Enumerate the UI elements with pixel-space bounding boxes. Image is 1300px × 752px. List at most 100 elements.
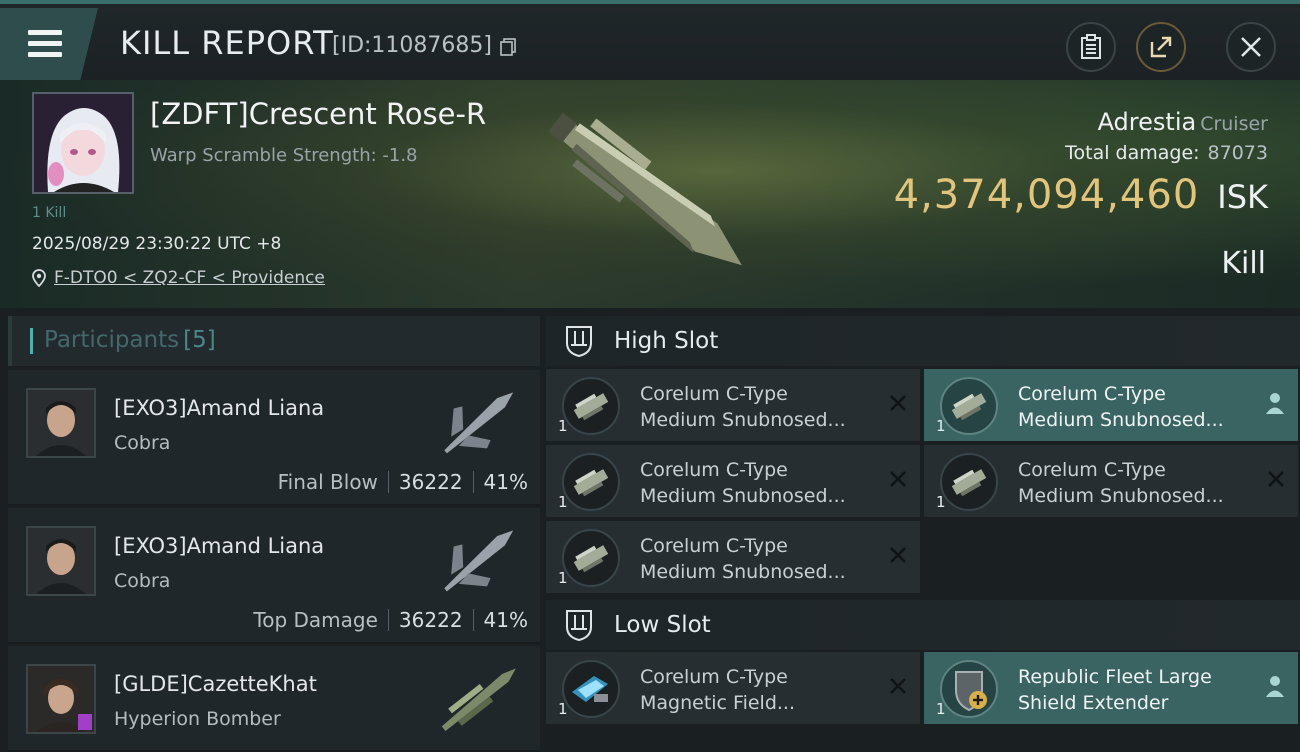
person-icon — [1266, 676, 1284, 697]
participant-role: Top Damage — [253, 608, 378, 632]
top-bar: KILL REPORT [ID:11087685] — [0, 0, 1300, 80]
kills-tag: 1 Kill — [32, 205, 67, 221]
copy-icon[interactable] — [500, 38, 516, 56]
location-link[interactable]: F-DTO0 < ZQ2-CF < Providence — [54, 268, 325, 288]
item-quantity: 1 — [558, 700, 568, 718]
location-pin-icon — [32, 269, 46, 287]
item-quantity: 1 — [558, 569, 568, 587]
divider — [387, 471, 389, 493]
ship-name[interactable]: Adrestia — [1098, 108, 1197, 136]
item-name-line2: Medium Snubnosed... — [640, 409, 846, 431]
person-icon — [1266, 393, 1284, 414]
divider — [387, 609, 389, 631]
participant-ship-image — [444, 392, 514, 454]
weapon-module-icon — [562, 377, 620, 435]
participant-ship: Cobra — [114, 432, 171, 454]
location-row[interactable]: F-DTO0 < ZQ2-CF < Providence — [32, 266, 325, 290]
fitting-item[interactable]: 1 Corelum C-Type Medium Snubnosed... — [546, 521, 920, 593]
item-name-line1: Corelum C-Type — [1018, 383, 1166, 405]
destroyed-icon — [890, 547, 906, 563]
avatar — [26, 664, 96, 734]
close-icon — [1241, 37, 1261, 57]
item-quantity: 1 — [936, 493, 946, 511]
item-name-line2: Medium Snubnosed... — [640, 485, 846, 507]
item-name-line1: Republic Fleet Large — [1018, 666, 1212, 688]
item-name-line2: Magnetic Field... — [640, 692, 796, 714]
item-name: Corelum C-Type Magnetic Field... — [640, 664, 870, 716]
pilot-portrait-icon — [28, 390, 94, 456]
victim-ship-image[interactable] — [520, 96, 780, 296]
item-quantity: 1 — [558, 417, 568, 435]
menu-button[interactable] — [0, 8, 98, 80]
magnetic-field-module-icon — [562, 660, 620, 718]
item-quantity: 1 — [936, 700, 946, 718]
weapon-module-icon — [940, 377, 998, 435]
fitting-item[interactable]: 1 Corelum C-Type Medium Snubnosed... — [924, 445, 1298, 517]
item-name: Corelum C-Type Medium Snubnosed... — [640, 533, 870, 585]
kill-result: Kill — [1221, 246, 1266, 281]
high-slot-title: High Slot — [614, 328, 719, 354]
page-title: KILL REPORT — [120, 24, 334, 62]
destroyed-icon — [1268, 471, 1284, 487]
clipboard-button[interactable] — [1066, 22, 1116, 72]
participant-name[interactable]: [GLDE]CazetteKhat — [114, 672, 317, 696]
fitting-item[interactable]: 1 Corelum C-Type Medium Snubnosed... — [546, 445, 920, 517]
item-name-line1: Corelum C-Type — [640, 459, 788, 481]
fitting-item[interactable]: 1 Corelum C-Type Medium Snubnosed... — [924, 369, 1298, 441]
fitting-item[interactable]: 1 Corelum C-Type Medium Snubnosed... — [546, 369, 920, 441]
participant-ship: Hyperion Bomber — [114, 708, 281, 730]
participant-name[interactable]: [EXO3]Amand Liana — [114, 534, 324, 558]
warp-scramble-strength: Warp Scramble Strength: -1.8 — [150, 145, 418, 166]
total-damage-value: 87073 — [1207, 142, 1268, 164]
participant-ship-image — [444, 530, 514, 592]
avatar — [26, 526, 96, 596]
pilot-portrait-icon — [28, 666, 94, 732]
shield-extender-icon — [940, 660, 998, 718]
weapon-module-icon — [562, 529, 620, 587]
report-id: [ID:11087685] — [332, 33, 492, 58]
participant-percent: 41% — [483, 608, 528, 632]
isk-unit: ISK — [1217, 178, 1268, 216]
fitting-item[interactable]: 1 Corelum C-Type Magnetic Field... — [546, 652, 920, 724]
victim-avatar[interactable] — [32, 92, 134, 194]
participant-row[interactable]: [GLDE]CazetteKhat Hyperion Bomber — [8, 646, 540, 752]
participant-role: Final Blow — [277, 470, 378, 494]
participant-stats: Final Blow 36222 41% — [278, 470, 528, 494]
close-button[interactable] — [1226, 22, 1276, 72]
participant-row[interactable]: [EXO3]Amand Liana Cobra Final Blow 36222… — [8, 370, 540, 506]
weapon-module-icon — [562, 453, 620, 511]
participant-damage: 36222 — [398, 608, 463, 632]
item-quantity: 1 — [558, 493, 568, 511]
participant-damage: 36222 — [398, 470, 463, 494]
isk-line: 4,374,094,460 ISK — [894, 172, 1268, 218]
item-name-line1: Corelum C-Type — [640, 666, 788, 688]
destroyed-icon — [890, 678, 906, 694]
item-name-line1: Corelum C-Type — [640, 383, 788, 405]
low-slot-header[interactable]: Low Slot — [546, 600, 1300, 650]
item-name-line1: Corelum C-Type — [1018, 459, 1166, 481]
participant-stats: Top Damage 36222 41% — [253, 608, 528, 632]
share-button[interactable] — [1136, 22, 1186, 72]
item-name-line2: Medium Snubnosed... — [1018, 409, 1224, 431]
high-slot-header[interactable]: High Slot — [546, 316, 1300, 366]
total-damage-label: Total damage: — [1065, 142, 1200, 164]
ship-class: Cruiser — [1200, 113, 1268, 135]
participant-ship-image — [441, 668, 516, 732]
divider — [472, 609, 474, 631]
divider — [472, 471, 474, 493]
participant-ship: Cobra — [114, 570, 171, 592]
weapon-module-icon — [940, 453, 998, 511]
fitting-item[interactable]: 1 Republic Fleet Large Shield Extender — [924, 652, 1298, 724]
item-name: Republic Fleet Large Shield Extender — [1018, 664, 1248, 716]
participant-row[interactable]: [EXO3]Amand Liana Cobra Top Damage 36222… — [8, 508, 540, 644]
avatar — [26, 388, 96, 458]
participants-header[interactable]: Participants [5] — [8, 316, 540, 366]
destroyed-icon — [890, 471, 906, 487]
participant-name[interactable]: [EXO3]Amand Liana — [114, 396, 324, 420]
isk-value: 4,374,094,460 — [893, 172, 1200, 218]
item-name: Corelum C-Type Medium Snubnosed... — [640, 381, 870, 433]
participants-accent-bar — [30, 328, 33, 354]
victim-name[interactable]: [ZDFT]Crescent Rose-R — [150, 97, 486, 131]
low-slot-icon — [566, 610, 592, 641]
item-name-line2: Medium Snubnosed... — [1018, 485, 1224, 507]
